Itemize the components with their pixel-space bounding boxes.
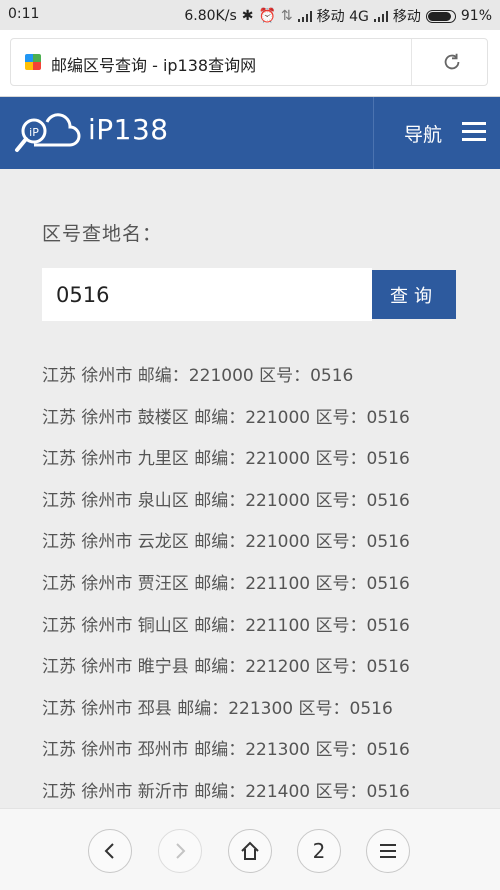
carrier-1: 移动 4G — [316, 9, 369, 25]
status-right: 6.80K/s ✱ ⏰ ⇅ 移动 4G 移动 91% — [184, 6, 492, 26]
chevron-left-icon — [104, 843, 114, 859]
battery-level: 91% — [460, 8, 492, 24]
signal-icon-2 — [373, 10, 388, 22]
browser-bottom-bar: 2 — [0, 808, 500, 890]
alarm-icon: ⏰ — [258, 8, 276, 24]
network-speed: 6.80K/s — [184, 8, 237, 24]
site-header: iP iP138 导航 — [0, 97, 500, 169]
result-item: 江苏 徐州市 邳州市 邮编：221300 区号：0516 — [42, 740, 410, 761]
address-box[interactable]: 邮编区号查询 - ip138查询网 — [10, 38, 488, 86]
bluetooth-icon: ✱ — [241, 8, 254, 24]
site-favicon-icon — [25, 54, 41, 70]
forward-button[interactable] — [158, 829, 202, 873]
hamburger-menu-icon — [380, 844, 396, 858]
result-item: 江苏 徐州市 鼓楼区 邮编：221000 区号：0516 — [42, 407, 410, 428]
battery-icon — [425, 9, 456, 23]
tab-count: 2 — [312, 839, 326, 863]
nav-label[interactable]: 导航 — [404, 120, 442, 147]
result-item: 江苏 徐州市 睢宁县 邮编：221200 区号：0516 — [42, 657, 410, 678]
result-item: 江苏 徐州市 泉山区 邮编：221000 区号：0516 — [42, 490, 410, 511]
result-item: 江苏 徐州市 云龙区 邮编：221000 区号：0516 — [42, 532, 410, 553]
home-button[interactable] — [228, 829, 272, 873]
results-list: 江苏 徐州市 邮编：221000 区号：0516 江苏 徐州市 鼓楼区 邮编：22… — [42, 363, 482, 821]
result-item: 江苏 徐州市 铜山区 邮编：221100 区号：0516 — [42, 615, 410, 636]
page-title[interactable]: 邮编区号查询 - ip138查询网 — [51, 52, 256, 76]
result-item: 江苏 徐州市 九里区 邮编：221000 区号：0516 — [42, 449, 410, 470]
svg-text:iP: iP — [29, 126, 39, 139]
data-transfer-icon: ⇅ — [280, 8, 293, 24]
reload-icon[interactable] — [441, 51, 463, 73]
carrier-2: 移动 — [392, 9, 421, 25]
signal-icon — [297, 10, 312, 22]
home-icon — [241, 841, 259, 860]
area-code-input[interactable] — [42, 268, 372, 321]
result-item: 江苏 徐州市 邮编：221000 区号：0516 — [42, 366, 354, 386]
status-bar: 0:11 6.80K/s ✱ ⏰ ⇅ 移动 4G 移动 91% — [0, 0, 500, 30]
search-button[interactable]: 查询 — [372, 270, 456, 319]
ip138-logo-icon[interactable]: iP — [12, 109, 82, 157]
chevron-right-icon — [176, 843, 186, 859]
result-item: 江苏 徐州市 邳县 邮编：221300 区号：0516 — [42, 698, 393, 719]
search-label: 区号查地名： — [42, 223, 163, 245]
back-button[interactable] — [88, 829, 132, 873]
menu-icon[interactable] — [462, 122, 486, 142]
header-divider — [373, 97, 374, 169]
tabs-button[interactable]: 2 — [297, 829, 341, 873]
address-divider — [411, 39, 412, 85]
status-time: 0:11 — [8, 6, 40, 22]
browser-url-bar: 邮编区号查询 - ip138查询网 — [0, 30, 500, 97]
menu-button[interactable] — [366, 829, 410, 873]
brand-name[interactable]: iP138 — [88, 113, 169, 146]
result-item: 江苏 徐州市 贾汪区 邮编：221100 区号：0516 — [42, 573, 410, 594]
